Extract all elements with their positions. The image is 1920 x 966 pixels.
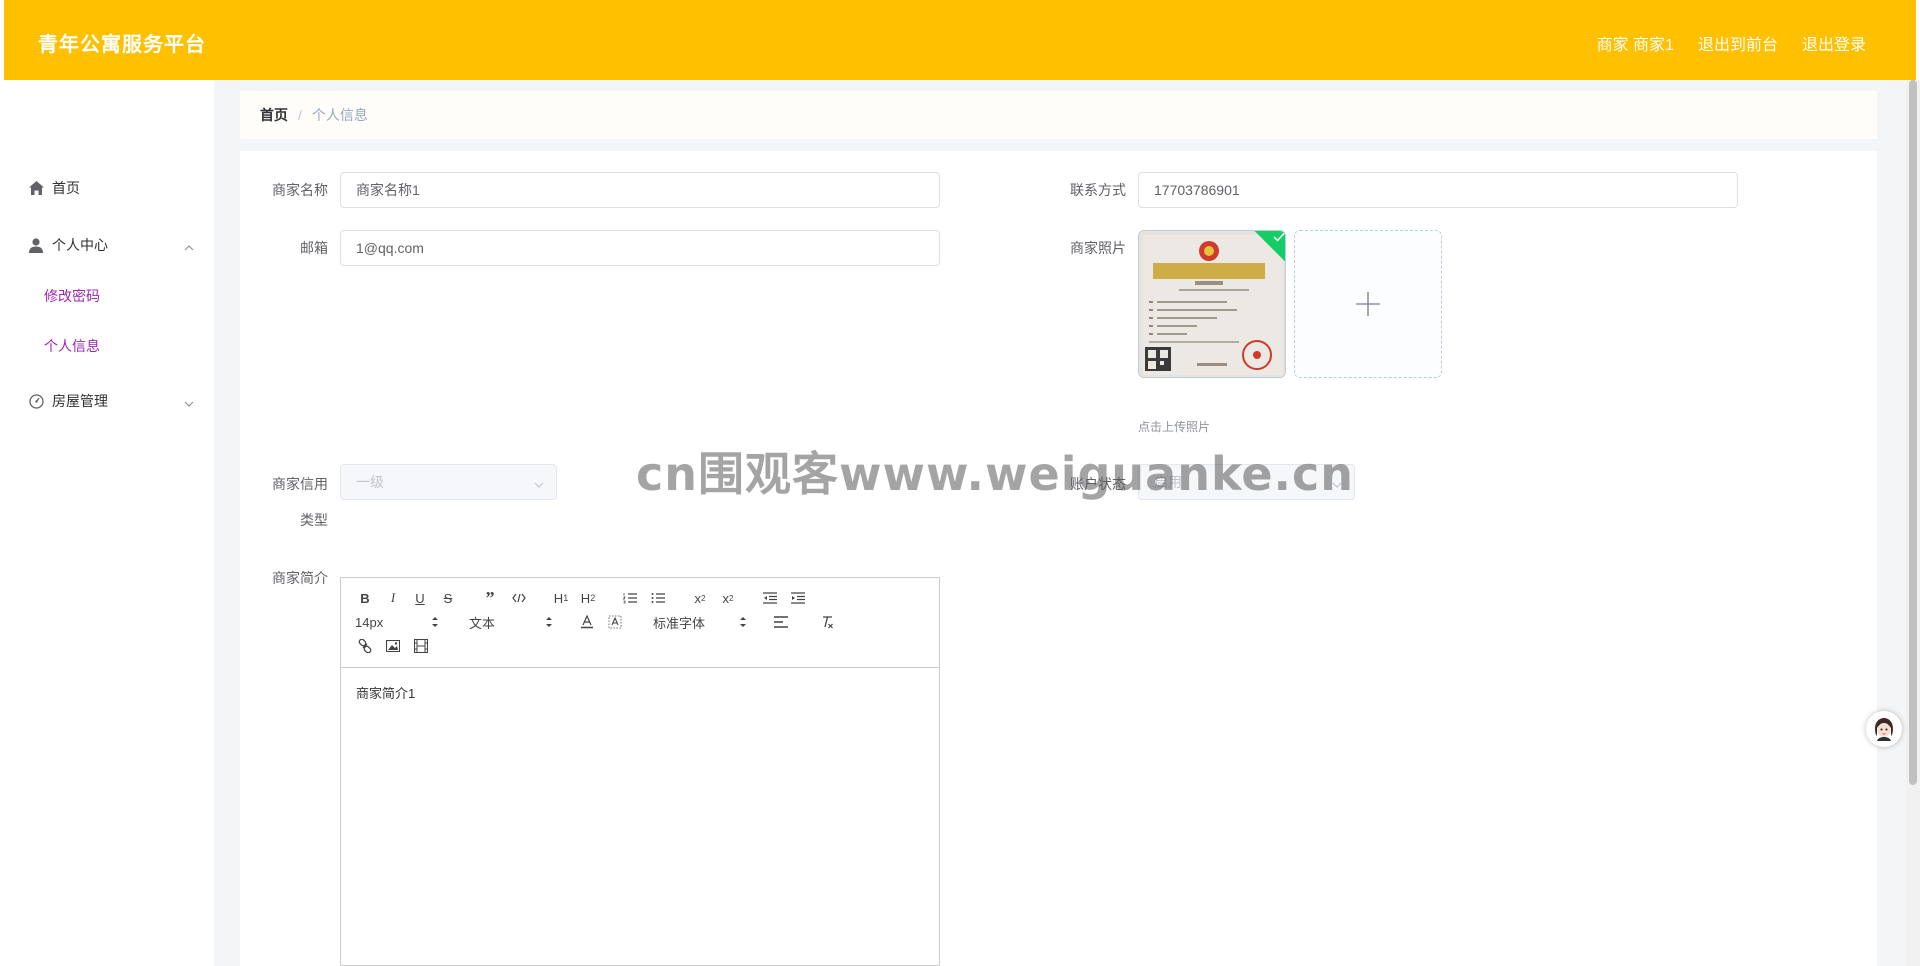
photo-label: 商家照片 [1070, 240, 1126, 256]
chevron-up-icon [184, 240, 194, 251]
rich-text-editor: B I U S ” H1 H2 x2 x2 14px 文本 标准字体 商家简介1 [340, 577, 940, 966]
image-icon[interactable] [383, 636, 403, 656]
sidebar-subitem-label: 个人信息 [44, 338, 100, 354]
avatar-icon [1870, 715, 1898, 743]
merchant-name-label: 商家名称 [272, 182, 328, 198]
ordered-list-icon[interactable] [620, 588, 640, 608]
italic-icon[interactable]: I [383, 588, 403, 608]
editor-content[interactable]: 商家简介1 [356, 683, 415, 702]
photo-upload-button[interactable] [1294, 230, 1442, 378]
bold-icon[interactable]: B [355, 588, 375, 608]
credit-type-label-line1: 商家信用 [272, 476, 328, 492]
superscript-icon[interactable]: x2 [718, 588, 738, 608]
plus-icon [1356, 292, 1380, 316]
subscript-icon[interactable]: x2 [690, 588, 710, 608]
merchant-name-value: 商家名称1 [356, 182, 420, 198]
intro-label: 商家简介 [272, 570, 328, 586]
background-color-icon[interactable] [605, 612, 625, 632]
sidebar-item-home[interactable]: 首页 [4, 168, 214, 208]
heading1-icon[interactable]: H1 [551, 588, 571, 608]
check-icon [1273, 232, 1285, 242]
header-picker[interactable]: 文本 [469, 612, 553, 632]
sidebar-item-label: 房屋管理 [52, 393, 108, 409]
font-color-icon[interactable] [577, 612, 597, 632]
updown-arrow-icon [545, 615, 553, 629]
sidebar-item-personal-center[interactable]: 个人中心 [4, 225, 214, 265]
support-avatar-button[interactable] [1866, 711, 1902, 747]
credit-type-label-line2: 类型 [300, 512, 328, 528]
chevron-down-icon [534, 477, 544, 488]
sidebar-subitem-personal-info[interactable]: 个人信息 [4, 328, 214, 364]
breadcrumb-separator: / [298, 107, 302, 123]
user-icon [28, 237, 44, 253]
credit-type-value: 一级 [356, 474, 384, 490]
video-icon[interactable] [411, 636, 431, 656]
font-family-picker[interactable]: 标准字体 [653, 612, 747, 632]
uploaded-license-photo[interactable] [1138, 230, 1286, 378]
bullet-list-icon[interactable] [648, 588, 668, 608]
exit-to-front-link[interactable]: 退出到前台 [1698, 31, 1778, 55]
current-user-label: 商家 商家1 [1596, 37, 1674, 54]
heading2-icon[interactable]: H2 [578, 588, 598, 608]
scrollbar-thumb[interactable] [1909, 80, 1917, 785]
blockquote-icon[interactable]: ” [480, 588, 500, 608]
editor-toolbar: B I U S ” H1 H2 x2 x2 14px 文本 标准字体 [341, 578, 939, 668]
contact-label: 联系方式 [1070, 182, 1126, 198]
sidebar-subitem-label: 修改密码 [44, 288, 100, 304]
dashboard-icon [28, 393, 44, 409]
email-input[interactable]: 1@qq.com [340, 230, 940, 266]
strikethrough-icon[interactable]: S [438, 588, 458, 608]
clear-format-icon[interactable] [817, 612, 837, 632]
sidebar-subitem-change-password[interactable]: 修改密码 [4, 278, 214, 314]
breadcrumb-current: 个人信息 [311, 107, 368, 123]
email-label: 邮箱 [300, 240, 328, 256]
home-icon [28, 180, 44, 196]
logout-link[interactable]: 退出登录 [1802, 31, 1866, 55]
license-image-icon [1139, 231, 1285, 377]
header-picker-value: 文本 [469, 615, 496, 631]
code-block-icon[interactable] [509, 588, 529, 608]
top-header: 青年公寓服务平台 商家 商家1 退出到前台 退出登录 [4, 0, 1916, 80]
underline-icon[interactable]: U [410, 588, 430, 608]
sidebar: 首页 个人中心 修改密码 个人信息 房屋管理 [4, 80, 214, 966]
header-actions: 商家 商家1 退出到前台 退出登录 [1597, 31, 1866, 55]
brand-title: 青年公寓服务平台 [38, 34, 206, 56]
link-icon[interactable] [355, 636, 375, 656]
updown-arrow-icon [431, 615, 439, 629]
page-scrollbar[interactable] [1906, 80, 1920, 966]
contact-value: 17703786901 [1154, 182, 1240, 198]
sidebar-item-house-management[interactable]: 房屋管理 [4, 381, 214, 421]
email-value: 1@qq.com [356, 240, 424, 256]
updown-arrow-icon [739, 615, 747, 629]
watermark-text: cn围观客www.weiguanke.cn [636, 447, 1355, 501]
merchant-name-input[interactable]: 商家名称1 [340, 172, 940, 208]
font-size-value: 14px [355, 614, 384, 630]
chevron-down-icon [184, 396, 194, 407]
photo-upload-tip: 点击上传照片 [1138, 420, 1211, 434]
breadcrumb-home[interactable]: 首页 [260, 105, 288, 125]
credit-type-select[interactable]: 一级 [340, 464, 557, 500]
contact-input[interactable]: 17703786901 [1138, 172, 1738, 208]
font-family-value: 标准字体 [653, 615, 706, 631]
font-size-picker[interactable]: 14px [355, 612, 439, 632]
outdent-icon[interactable] [760, 588, 780, 608]
indent-icon[interactable] [788, 588, 808, 608]
sidebar-item-label: 首页 [52, 180, 80, 196]
align-left-icon[interactable] [771, 612, 791, 632]
breadcrumb: 首页 / 个人信息 [240, 91, 1877, 139]
sidebar-item-label: 个人中心 [52, 237, 108, 253]
